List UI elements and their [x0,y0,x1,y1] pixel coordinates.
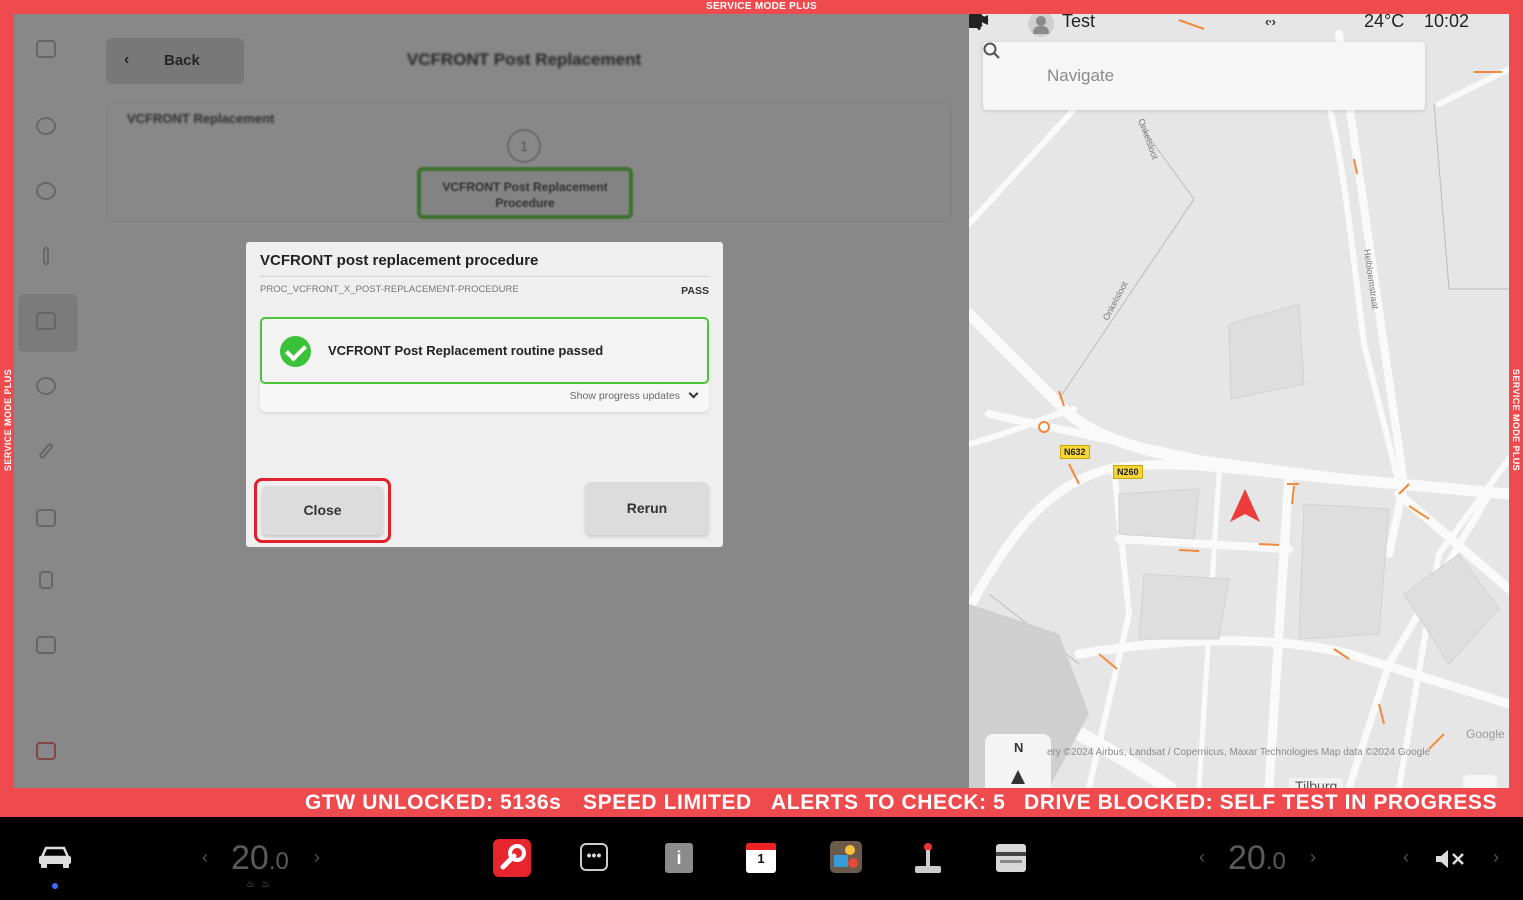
rerun-button[interactable]: Rerun [585,482,709,535]
calendar-header [746,843,776,850]
compass-north-label: N [1014,740,1024,755]
left-temperature[interactable]: 20.0 [231,839,289,878]
check-circle-icon [280,336,311,367]
procedure-status-badge: PASS [681,285,709,297]
close-button-highlight: Close [254,478,391,543]
map-status-bar: Test ‹·› 24°C 10:02 [969,14,1509,37]
service-status-line: GTW UNLOCKED: 5136s SPEED LIMITED ALERTS… [0,788,1523,817]
volume-up-button[interactable]: › [1493,847,1499,868]
map-options-button[interactable] [1463,775,1497,788]
result-card: VCFRONT Post Replacement routine passed … [260,317,709,412]
right-temp-up-button[interactable]: › [1310,847,1316,868]
left-temperature-value: 20 [231,839,269,877]
more-apps-icon[interactable]: ••• [580,843,608,871]
close-button[interactable]: Close [262,486,383,535]
map-roads [969,19,1509,788]
result-message: VCFRONT Post Replacement routine passed [328,343,604,358]
show-progress-label: Show progress updates [569,390,680,402]
service-app-wrench-icon[interactable] [493,839,531,877]
connectivity-icon[interactable]: ‹·› [1265,14,1276,29]
map-panel[interactable]: Test ‹·› 24°C 10:02 N632 N260 Onkelsloot… [969,14,1509,788]
result-box: VCFRONT Post Replacement routine passed [260,317,709,384]
seat-heater-icons[interactable]: ♨♨ [246,879,276,890]
dialog-title: VCFRONT post replacement procedure [260,252,539,269]
taskbar: ‹ 20.0 › ♨♨ ••• i 1 ‹ 20.0 › ‹ › [0,817,1523,900]
speed-limited-status: SPEED LIMITED [583,791,752,814]
joystick-app-icon[interactable] [913,841,943,875]
clock: 10:02 [1424,14,1470,31]
toybox-app-icon[interactable] [830,841,862,873]
left-temp-down-button[interactable]: ‹ [202,847,208,868]
right-temp-down-button[interactable]: ‹ [1199,847,1205,868]
navigate-search-box[interactable] [983,42,1425,110]
navigate-input[interactable] [1047,63,1407,89]
outside-temperature: 24°C [1364,14,1405,31]
alerts-status: ALERTS TO CHECK: 5 [771,791,1006,814]
car-status-dot [52,883,58,889]
map-attribution: ery ©2024 Airbus, Landsat / Copernicus, … [1047,747,1431,758]
road-shield-n632: N632 [1060,445,1090,459]
right-temperature[interactable]: 20.0 [1228,839,1286,878]
procedure-dialog: VCFRONT post replacement procedure PROC_… [246,242,723,547]
calendar-app-icon[interactable]: 1 [746,843,776,873]
profile-avatar-icon[interactable] [1028,14,1054,37]
gtw-unlocked-status: GTW UNLOCKED: 5136s [305,791,562,814]
car-icon[interactable] [38,845,72,869]
drive-blocked-status: DRIVE BLOCKED: SELF TEST IN PROGRESS [1024,791,1498,814]
left-temperature-decimal: .0 [268,848,289,875]
profile-name[interactable]: Test [1062,14,1095,32]
right-temperature-decimal: .0 [1265,848,1286,875]
right-temperature-value: 20 [1228,839,1266,877]
chevron-down-icon [688,388,699,399]
search-icon [983,42,1000,59]
compass-button[interactable]: N [985,734,1051,788]
service-mode-right-label: SERVICE MODE PLUS [1511,368,1521,472]
calendar-day: 1 [757,851,765,866]
service-mode-left-label: SERVICE MODE PLUS [3,368,13,472]
wallet-app-icon[interactable] [996,844,1026,872]
google-logo: Google [1466,727,1505,741]
compass-arrow-icon [1011,770,1025,784]
manual-app-icon[interactable]: i [665,843,693,873]
dialog-divider [260,276,710,277]
procedure-code: PROC_VCFRONT_X_POST-REPLACEMENT-PROCEDUR… [260,284,519,295]
road-shield-n260: N260 [1113,465,1143,479]
city-label: Tilburg [1289,778,1344,788]
volume-muted-icon[interactable] [1434,848,1468,870]
wifi-icon[interactable] [969,14,989,30]
service-mode-top-label: SERVICE MODE PLUS [705,1,818,12]
show-progress-toggle[interactable]: Show progress updates [569,388,699,402]
volume-down-button[interactable]: ‹ [1403,847,1409,868]
left-temp-up-button[interactable]: › [314,847,320,868]
